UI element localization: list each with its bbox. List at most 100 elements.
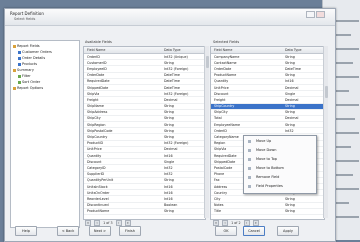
data-type-cell: String bbox=[164, 128, 174, 133]
context-menu-item[interactable]: Move Up bbox=[246, 138, 314, 145]
navigation-tree[interactable]: Report Fields Customer Orders Order Detail… bbox=[10, 40, 80, 228]
context-menu-item[interactable]: Move to Bottom bbox=[246, 165, 314, 172]
scroll-thumb[interactable] bbox=[324, 86, 328, 98]
context-menu-item-label: Field Properties bbox=[256, 184, 283, 188]
context-menu-item[interactable]: Field Properties bbox=[246, 183, 314, 190]
next-button[interactable]: Next > bbox=[89, 226, 111, 236]
ok-button[interactable]: OK bbox=[215, 226, 237, 236]
field-name-cell: Discontinued bbox=[87, 203, 109, 208]
data-type-cell: String bbox=[164, 209, 174, 214]
data-type-cell: String bbox=[164, 104, 174, 109]
data-type-cell: String bbox=[164, 110, 174, 115]
scroll-thumb[interactable] bbox=[205, 56, 209, 68]
data-type-cell: Int32 bbox=[164, 165, 173, 170]
column-header[interactable]: Data Type bbox=[164, 48, 181, 52]
menu-item-icon bbox=[248, 140, 251, 143]
field-name-cell: ContactName bbox=[214, 60, 237, 65]
field-name-cell: Quantity bbox=[214, 79, 229, 84]
context-menu-item-label: Move Down bbox=[256, 148, 277, 152]
tree-item[interactable]: Summary bbox=[13, 68, 34, 72]
field-name-cell: Discount bbox=[87, 159, 102, 164]
apply-button[interactable]: Apply bbox=[277, 226, 299, 236]
tree-item[interactable]: Sort Order bbox=[18, 80, 40, 84]
table-row[interactable]: ProductName String bbox=[84, 209, 205, 215]
data-type-cell: Single bbox=[164, 159, 175, 164]
field-name-cell: ShipRegion bbox=[87, 122, 106, 127]
data-type-cell: String bbox=[164, 116, 174, 121]
tree-item-label: Products bbox=[22, 62, 38, 66]
field-name-cell: ShipName bbox=[87, 104, 104, 109]
data-type-cell: Decimal bbox=[285, 85, 299, 90]
data-type-cell: Decimal bbox=[285, 97, 299, 102]
context-menu-item-label: Move Up bbox=[256, 139, 272, 143]
field-name-cell: City bbox=[214, 196, 221, 201]
tree-item-label: Order Details bbox=[22, 56, 46, 60]
tree-item-label: Report Options bbox=[17, 86, 44, 90]
left-scrollbar[interactable] bbox=[204, 46, 209, 218]
field-name-cell: ShippedDate bbox=[87, 85, 109, 90]
context-menu-item-label: Move to Top bbox=[256, 157, 278, 161]
right-scrollbar[interactable] bbox=[323, 46, 328, 218]
finish-button[interactable]: Finish bbox=[119, 226, 141, 236]
data-type-cell: Int32 bbox=[285, 128, 294, 133]
field-name-cell: UnitsInStock bbox=[87, 184, 108, 189]
column-header[interactable]: Field Name bbox=[214, 48, 232, 52]
data-type-cell: Int32 (Foreign) bbox=[164, 141, 189, 146]
data-type-cell: Int32 (Foreign) bbox=[164, 66, 189, 71]
data-type-cell: DateTime bbox=[285, 66, 301, 71]
field-name-cell: QuantityPerUnit bbox=[87, 178, 114, 183]
tree-item[interactable]: Order Details bbox=[18, 56, 45, 60]
data-type-cell: String bbox=[285, 104, 295, 109]
tree-item[interactable]: Products bbox=[18, 62, 37, 66]
window-title: Report Definition bbox=[10, 11, 44, 16]
available-fields-grid[interactable]: Field Name Data Type OrderID Int32 (Uniqu… bbox=[83, 46, 206, 220]
data-type-cell: DateTime bbox=[164, 73, 180, 78]
tree-item[interactable]: Report Options bbox=[13, 86, 43, 90]
field-name-cell: OrderDate bbox=[214, 66, 232, 71]
tree-item[interactable]: Report Fields bbox=[13, 44, 40, 48]
column-header[interactable]: Field Name bbox=[87, 48, 105, 52]
tree-item-label: Customer Orders bbox=[22, 50, 52, 54]
data-type-cell: String bbox=[285, 73, 295, 78]
table-row[interactable]: Title String bbox=[211, 209, 324, 215]
field-name-cell: CompanyName bbox=[214, 54, 240, 59]
field-name-cell: ShipAddress bbox=[87, 110, 108, 115]
page-label: 1 of 3 bbox=[103, 221, 113, 225]
field-name-cell: CustomerID bbox=[87, 60, 107, 65]
data-type-cell: String bbox=[164, 60, 174, 65]
tree-item[interactable]: Filter bbox=[18, 74, 31, 78]
cancel-button[interactable]: Cancel bbox=[243, 226, 265, 236]
context-menu-item[interactable]: Remove Field bbox=[246, 174, 314, 181]
page-label: 1 of 2 bbox=[231, 221, 241, 225]
tree-item[interactable]: Customer Orders bbox=[18, 50, 52, 54]
field-name-cell: ShipVia bbox=[87, 91, 100, 96]
menu-item-icon bbox=[248, 167, 251, 170]
field-name-cell: RequiredDate bbox=[87, 79, 110, 84]
field-name-cell: Notes bbox=[214, 203, 224, 208]
context-menu-item[interactable]: Move Down bbox=[246, 147, 314, 154]
field-name-cell: ProductID bbox=[87, 141, 104, 146]
close-button[interactable] bbox=[316, 11, 325, 18]
field-name-cell: ReorderLevel bbox=[87, 196, 109, 201]
back-button[interactable]: < Back bbox=[57, 226, 79, 236]
field-name-cell: ShipCountry bbox=[87, 135, 108, 140]
field-name-cell: Freight bbox=[87, 97, 99, 102]
folder-icon bbox=[18, 56, 21, 60]
data-type-cell: Int16 bbox=[164, 153, 173, 158]
grid-header: Field Name Data Type bbox=[211, 47, 324, 54]
field-name-cell: ShipPostalCode bbox=[87, 128, 113, 133]
help-button[interactable]: Help bbox=[15, 226, 37, 236]
data-type-cell: Int16 bbox=[164, 190, 173, 195]
field-name-cell: Title bbox=[214, 209, 222, 214]
data-type-cell: String bbox=[285, 122, 295, 127]
data-type-cell: String bbox=[285, 60, 295, 65]
context-menu-item[interactable]: Move to Top bbox=[246, 156, 314, 163]
data-type-cell: Decimal bbox=[285, 116, 299, 121]
field-name-cell: EmployeeID bbox=[87, 66, 107, 71]
data-type-cell: Single bbox=[285, 91, 296, 96]
field-name-cell: SupplierID bbox=[87, 172, 105, 177]
data-type-cell: String bbox=[285, 110, 295, 115]
minimize-button[interactable] bbox=[306, 11, 315, 18]
column-header[interactable]: Data Type bbox=[285, 48, 302, 52]
data-type-cell: String bbox=[285, 196, 295, 201]
